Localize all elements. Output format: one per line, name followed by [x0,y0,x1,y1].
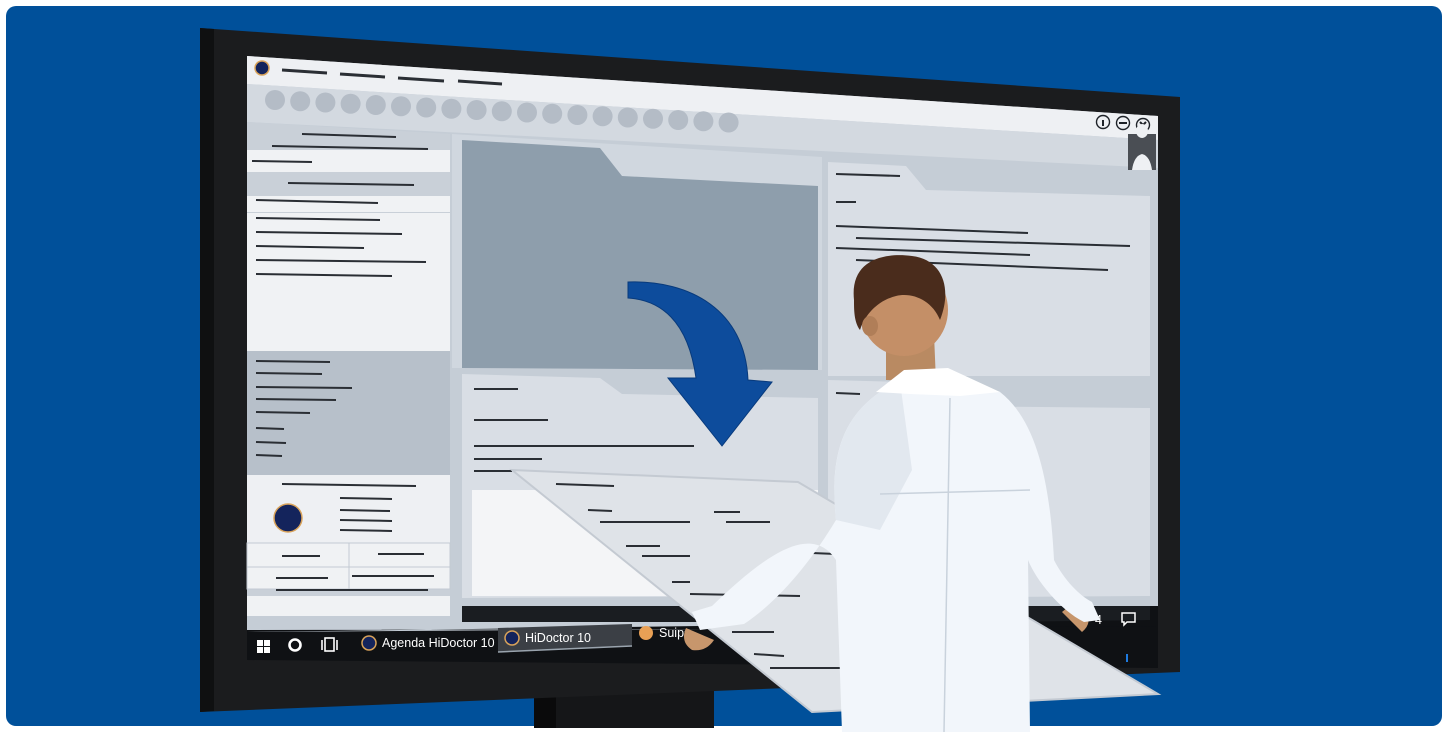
toolbar-button-icon[interactable] [567,105,588,125]
taskbar-app-label: Agenda HiDoctor 10 [382,636,495,650]
toolbar-button-icon[interactable] [466,100,487,120]
patient-avatar [273,503,303,533]
toolbar-button-icon[interactable] [693,111,714,132]
toolbar-button-icon[interactable] [315,92,336,113]
toolbar-button-icon[interactable] [668,110,689,130]
toolbar-button-icon[interactable] [416,97,437,118]
toolbar-button-icon[interactable] [643,108,663,129]
toolbar-button-icon[interactable] [542,103,563,124]
toolbar-button-icon[interactable] [617,107,638,128]
taskbar-app-label: HiDoctor 10 [525,631,591,645]
taskbar-app-agenda[interactable]: Agenda HiDoctor 10 [361,635,495,651]
toolbar-button-icon[interactable] [265,90,285,110]
center-top-panel [452,134,822,370]
app-logo-icon [254,60,270,76]
orange-app-icon [639,626,653,640]
hidoctor-icon [361,635,377,651]
toolbar-button-icon[interactable] [441,98,462,119]
toolbar-button-icon[interactable] [491,101,512,122]
illustration-scene: Agenda HiDoctor 10 HiDoctor 10 Suips 4 [6,6,1442,732]
toolbar-button-icon[interactable] [592,106,613,127]
toolbar-button-icon[interactable] [365,95,386,115]
toolbar-button-icon[interactable] [340,93,361,114]
toolbar-button-icon[interactable] [391,96,411,117]
toolbar-button-icon[interactable] [718,112,739,133]
toolbar-button-icon[interactable] [290,91,311,112]
taskbar-app-suips[interactable]: Suips [639,626,690,640]
toolbar-button-icon[interactable] [517,102,537,123]
left-sidebar [246,122,451,616]
hidoctor-icon [504,630,520,646]
